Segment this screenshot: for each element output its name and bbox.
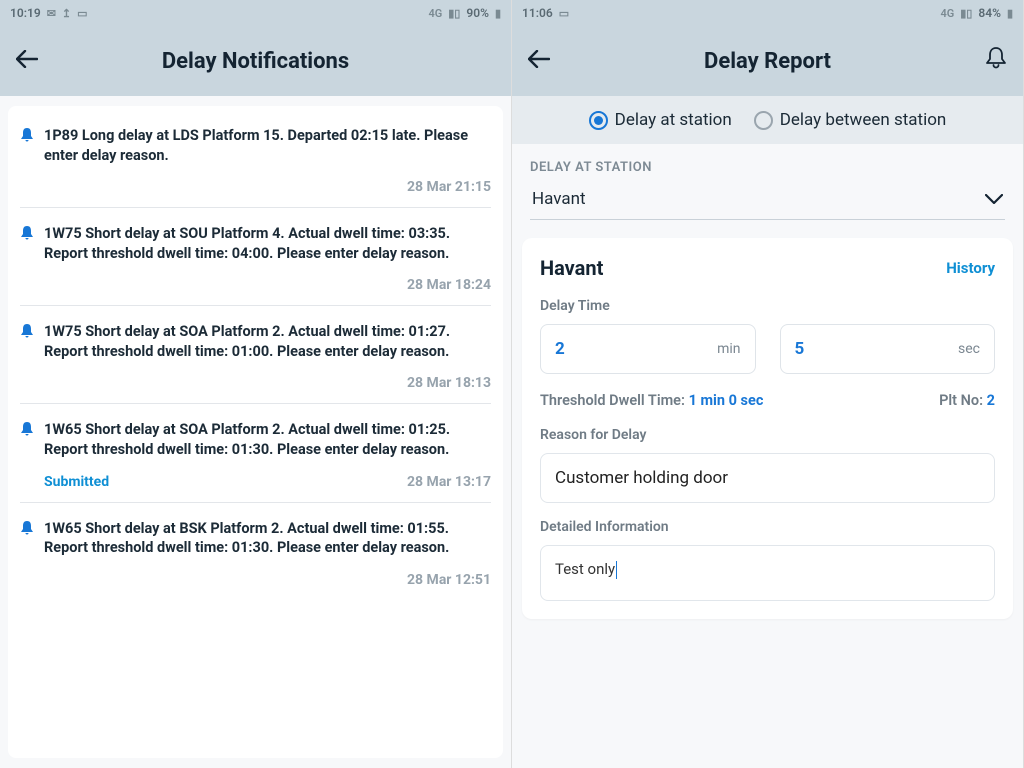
page-title: Delay Notifications xyxy=(16,49,495,74)
notifications-screen: 10:19 ✉ ↥ ▭ 4G ▮▯ 90% ▮ Delay Notificati… xyxy=(0,0,512,768)
notification-time: 28 Mar 18:24 xyxy=(407,277,491,293)
back-button[interactable] xyxy=(528,49,558,74)
notifications-card: 1P89 Long delay at LDS Platform 15. Depa… xyxy=(8,106,503,758)
text-cursor-icon xyxy=(616,561,617,579)
notification-item[interactable]: 1W75 Short delay at SOU Platform 4. Actu… xyxy=(20,208,491,306)
platform-value: 2 xyxy=(987,392,995,409)
delay-report-screen: 11:06 ▭ 4G ▮▯ 84% ▮ Delay Report Delay a… xyxy=(512,0,1024,768)
notifications-body: 1P89 Long delay at LDS Platform 15. Depa… xyxy=(0,96,511,768)
status-time: 11:06 xyxy=(522,6,553,20)
battery-icon: ▮ xyxy=(495,7,501,20)
notification-item[interactable]: 1W65 Short delay at BSK Platform 2. Actu… xyxy=(20,503,491,600)
reason-label: Reason for Delay xyxy=(540,427,995,443)
voicemail-icon: ✉ xyxy=(47,7,56,20)
dropdown-value: Havant xyxy=(532,189,586,209)
notification-message: 1W75 Short delay at SOA Platform 2. Actu… xyxy=(44,322,491,361)
notification-time: 28 Mar 12:51 xyxy=(407,572,491,588)
report-body: Havant History Delay Time 2 min 5 sec Th… xyxy=(512,232,1023,768)
notification-time: 28 Mar 21:15 xyxy=(407,179,491,195)
radio-label: Delay between station xyxy=(780,110,947,130)
notification-message: 1W75 Short delay at SOU Platform 4. Actu… xyxy=(44,224,491,263)
platform-label: Plt No: xyxy=(939,392,983,409)
notifications-button[interactable] xyxy=(977,46,1007,76)
seconds-input[interactable]: 5 sec xyxy=(780,324,996,374)
delay-time-row: 2 min 5 sec xyxy=(540,324,995,374)
signal-icon: ▮▯ xyxy=(960,7,972,20)
battery-icon: ▮ xyxy=(1007,7,1013,20)
image-icon: ▭ xyxy=(77,7,87,20)
delay-type-radio-group: Delay at station Delay between station xyxy=(512,96,1023,144)
notification-message: 1W65 Short delay at BSK Platform 2. Actu… xyxy=(44,519,491,558)
bell-icon xyxy=(20,421,34,489)
page-title: Delay Report xyxy=(558,49,977,74)
notification-item[interactable]: 1P89 Long delay at LDS Platform 15. Depa… xyxy=(20,110,491,208)
notification-item[interactable]: 1W75 Short delay at SOA Platform 2. Actu… xyxy=(20,306,491,404)
threshold-label: Threshold Dwell Time: xyxy=(540,392,685,409)
notification-time: 28 Mar 13:17 xyxy=(407,474,491,490)
delay-time-label: Delay Time xyxy=(540,298,995,314)
upload-icon: ↥ xyxy=(62,7,71,20)
battery-percent: 90% xyxy=(466,6,489,20)
battery-percent: 84% xyxy=(978,6,1001,20)
app-header: Delay Report xyxy=(512,26,1023,96)
radio-delay-between-station[interactable]: Delay between station xyxy=(754,110,947,130)
station-name: Havant xyxy=(540,256,603,280)
minutes-value: 2 xyxy=(555,339,565,359)
seconds-unit: sec xyxy=(958,341,980,357)
bell-icon xyxy=(20,323,34,391)
bell-icon xyxy=(20,520,34,588)
notification-time: 28 Mar 18:13 xyxy=(407,375,491,391)
history-link[interactable]: History xyxy=(946,259,995,277)
station-dropdown[interactable]: Havant xyxy=(530,175,1005,220)
status-time: 10:19 xyxy=(10,6,41,20)
minutes-input[interactable]: 2 min xyxy=(540,324,756,374)
detail-value: Test only xyxy=(555,560,615,578)
chevron-down-icon xyxy=(985,194,1003,204)
station-select-section: DELAY AT STATION Havant xyxy=(512,144,1023,232)
bell-icon xyxy=(20,225,34,293)
detail-label: Detailed Information xyxy=(540,519,995,535)
network-icon: 4G xyxy=(428,7,442,20)
bell-icon xyxy=(20,127,34,195)
seconds-value: 5 xyxy=(795,339,805,359)
signal-icon: ▮▯ xyxy=(448,7,460,20)
reason-value: Customer holding door xyxy=(555,468,728,488)
report-card: Havant History Delay Time 2 min 5 sec Th… xyxy=(522,238,1013,619)
app-header: Delay Notifications xyxy=(0,26,511,96)
minutes-unit: min xyxy=(717,341,740,357)
status-bar: 10:19 ✉ ↥ ▭ 4G ▮▯ 90% ▮ xyxy=(0,0,511,26)
notification-message: 1W65 Short delay at SOA Platform 2. Actu… xyxy=(44,420,491,459)
threshold-row: Threshold Dwell Time: 1 min 0 sec Plt No… xyxy=(540,392,995,409)
network-icon: 4G xyxy=(940,7,954,20)
radio-label: Delay at station xyxy=(615,110,732,130)
notification-message: 1P89 Long delay at LDS Platform 15. Depa… xyxy=(44,126,491,165)
section-label: DELAY AT STATION xyxy=(530,160,1005,175)
radio-circle-icon xyxy=(754,111,773,130)
notification-status: Submitted xyxy=(44,474,109,490)
detail-textarea[interactable]: Test only xyxy=(540,545,995,601)
threshold-value: 1 min 0 sec xyxy=(689,392,764,409)
reason-select[interactable]: Customer holding door xyxy=(540,453,995,503)
radio-delay-at-station[interactable]: Delay at station xyxy=(589,110,732,130)
notification-item[interactable]: 1W65 Short delay at SOA Platform 2. Actu… xyxy=(20,404,491,502)
status-bar: 11:06 ▭ 4G ▮▯ 84% ▮ xyxy=(512,0,1023,26)
radio-circle-icon xyxy=(589,111,608,130)
image-icon: ▭ xyxy=(559,7,569,20)
